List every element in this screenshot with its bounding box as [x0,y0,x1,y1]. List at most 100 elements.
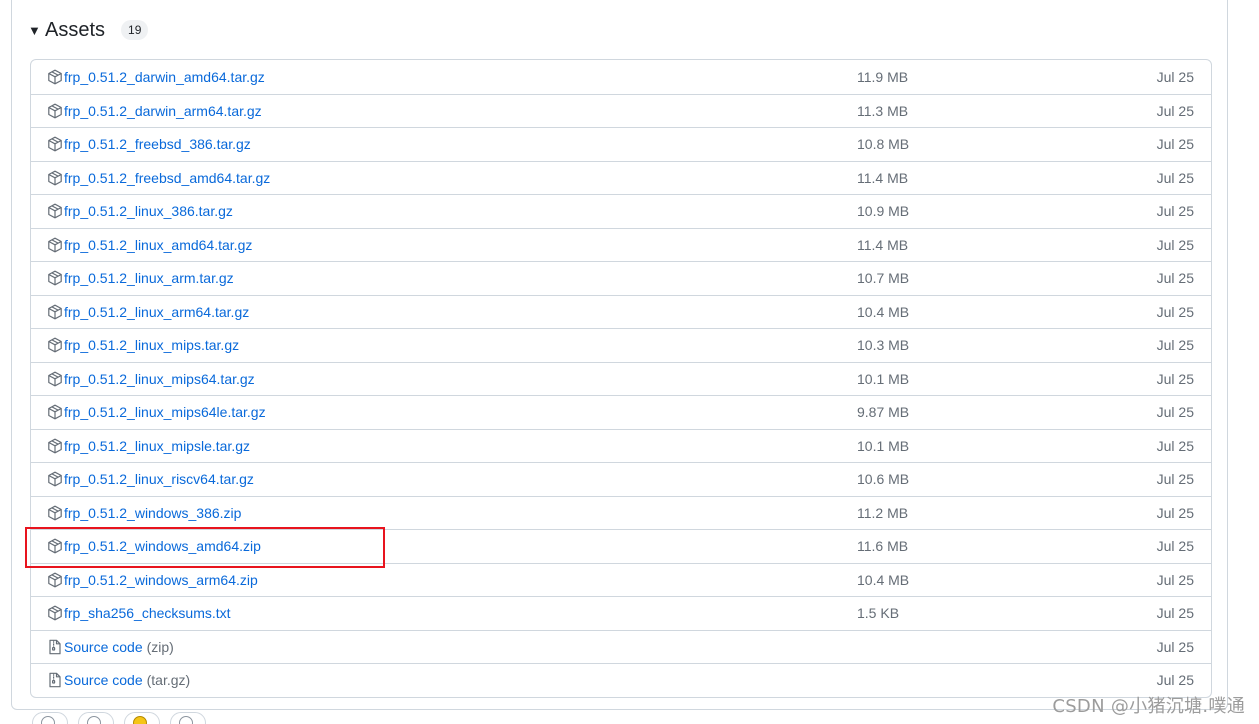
asset-download-link[interactable]: frp_sha256_checksums.txt [47,597,231,630]
package-icon [47,471,63,487]
asset-download-link[interactable]: frp_0.51.2_linux_mips64.tar.gz [47,363,255,396]
assets-title: Assets [45,18,106,41]
asset-row: frp_0.51.2_windows_amd64.zip 11.6 MB Jul 2… [31,529,1211,563]
asset-row: frp_0.51.2_linux_mips64le.tar.gz 9.87 MB J… [31,395,1211,429]
asset-size: 1.5 KB [857,605,900,622]
asset-row: Source code (zip) Jul 25 [31,629,1211,664]
asset-date: Jul 25 [1156,270,1194,287]
asset-size: 9.87 MB [857,404,910,421]
asset-size: 11.4 MB [857,169,909,186]
asset-date: Jul 25 [1156,538,1194,555]
file-zip-icon [47,672,63,688]
asset-download-link[interactable]: Source code (tar.gz) [47,664,190,697]
asset-name: frp_0.51.2_linux_arm64.tar.gz [64,303,250,320]
asset-row: frp_sha256_checksums.txt 1.5 KB Jul 25 [31,596,1211,630]
asset-date: Jul 25 [1156,136,1194,153]
asset-name: frp_0.51.2_linux_386.tar.gz [64,203,233,220]
asset-ext: (zip) [146,638,174,655]
asset-size: 10.1 MB [857,370,910,387]
smile-emoji-icon [133,716,147,724]
asset-name: frp_0.51.2_windows_arm64.zip [64,571,258,588]
asset-size: 10.1 MB [857,437,910,454]
package-icon [47,371,63,387]
package-icon [47,136,63,152]
package-icon [47,170,63,186]
package-icon [47,438,63,454]
asset-date: Jul 25 [1156,605,1194,622]
asset-name: frp_0.51.2_windows_386.zip [64,504,242,521]
asset-name: Source code [64,638,143,655]
package-icon [47,605,63,621]
asset-size: 10.3 MB [857,337,910,354]
package-icon [47,404,63,420]
caret-down-icon: ▼ [28,22,41,38]
asset-name: frp_0.51.2_linux_mipsle.tar.gz [64,437,250,454]
asset-date: Jul 25 [1156,236,1194,253]
asset-name: frp_0.51.2_windows_amd64.zip [64,538,261,555]
package-icon [47,270,63,286]
asset-date: Jul 25 [1156,638,1194,655]
asset-row: frp_0.51.2_linux_mips64.tar.gz 10.1 MB Jul… [31,361,1211,396]
watermark: CSDN @小猪沉塘.噗通 [1052,696,1245,717]
asset-download-link[interactable]: frp_0.51.2_linux_arm64.tar.gz [47,296,249,329]
asset-date: Jul 25 [1156,404,1194,421]
asset-download-link[interactable]: Source code (zip) [47,631,174,664]
asset-download-link[interactable]: frp_0.51.2_darwin_amd64.tar.gz [47,60,265,94]
package-icon [47,237,63,253]
asset-date: Jul 25 [1156,471,1194,488]
asset-date: Jul 25 [1156,571,1194,588]
asset-download-link[interactable]: frp_0.51.2_freebsd_386.tar.gz [47,128,251,161]
asset-size: 11.4 MB [857,236,909,253]
asset-download-link[interactable]: frp_0.51.2_linux_riscv64.tar.gz [47,463,254,496]
package-icon [47,103,63,119]
asset-size: 11.9 MB [857,68,909,85]
reaction-smile-button[interactable] [124,712,160,724]
asset-download-link[interactable]: frp_0.51.2_linux_amd64.tar.gz [47,229,252,262]
assets-toggle[interactable]: ▼ Assets 19 [28,15,149,45]
asset-size: 10.6 MB [857,471,910,488]
smiley-icon [41,716,55,724]
asset-row: frp_0.51.2_windows_arm64.zip 10.4 MB Jul 2… [31,562,1211,597]
asset-download-link[interactable]: frp_0.51.2_linux_mipsle.tar.gz [47,430,250,463]
asset-row: frp_0.51.2_linux_386.tar.gz 10.9 MB Jul 25 [31,194,1211,228]
asset-size: 10.4 MB [857,571,910,588]
asset-download-link[interactable]: frp_0.51.2_darwin_arm64.tar.gz [47,95,262,128]
asset-name: frp_sha256_checksums.txt [64,605,231,622]
asset-download-link[interactable]: frp_0.51.2_linux_arm.tar.gz [47,262,234,295]
asset-row: frp_0.51.2_linux_amd64.tar.gz 11.4 MB Jul … [31,227,1211,262]
add-reaction-button[interactable] [32,712,68,724]
asset-date: Jul 25 [1156,370,1194,387]
asset-size: 11.6 MB [857,538,909,555]
asset-download-link[interactable]: frp_0.51.2_windows_amd64.zip [47,530,261,563]
asset-download-link[interactable]: frp_0.51.2_linux_mips64le.tar.gz [47,396,266,429]
asset-download-link[interactable]: frp_0.51.2_linux_mips.tar.gz [47,329,239,362]
assets-count-badge: 19 [121,20,149,40]
asset-name: Source code [64,672,143,689]
package-icon [47,572,63,588]
asset-date: Jul 25 [1156,437,1194,454]
asset-download-link[interactable]: frp_0.51.2_freebsd_amd64.tar.gz [47,162,270,195]
asset-name: frp_0.51.2_linux_mips.tar.gz [64,337,240,354]
reaction-thumbs-button[interactable] [78,712,114,724]
asset-name: frp_0.51.2_linux_arm.tar.gz [64,270,234,287]
asset-size: 10.4 MB [857,303,910,320]
asset-list: frp_0.51.2_darwin_amd64.tar.gz 11.9 MB Jul… [30,59,1212,698]
asset-name: frp_0.51.2_linux_mips64.tar.gz [64,370,255,387]
asset-download-link[interactable]: frp_0.51.2_windows_386.zip [47,497,241,530]
asset-name: frp_0.51.2_linux_riscv64.tar.gz [64,471,254,488]
reaction-people-button[interactable] [170,712,206,724]
asset-name: frp_0.51.2_linux_amd64.tar.gz [64,236,253,253]
package-icon [47,505,63,521]
asset-row: frp_0.51.2_windows_386.zip 11.2 MB Jul 25 [31,495,1211,530]
asset-download-link[interactable]: frp_0.51.2_windows_arm64.zip [47,564,258,597]
asset-row: frp_0.51.2_linux_mipsle.tar.gz 10.1 MB Jul… [31,428,1211,463]
asset-size: 10.7 MB [857,270,910,287]
asset-size: 11.3 MB [857,102,909,119]
package-icon [47,203,63,219]
asset-download-link[interactable]: frp_0.51.2_linux_386.tar.gz [47,195,233,228]
asset-size: 10.8 MB [857,136,910,153]
asset-row: frp_0.51.2_linux_arm.tar.gz 10.7 MB Jul 25 [31,261,1211,295]
asset-row: frp_0.51.2_linux_mips.tar.gz 10.3 MB Jul 2… [31,328,1211,362]
asset-row: frp_0.51.2_darwin_amd64.tar.gz 11.9 MB Jul… [31,60,1211,94]
package-icon [47,337,63,353]
